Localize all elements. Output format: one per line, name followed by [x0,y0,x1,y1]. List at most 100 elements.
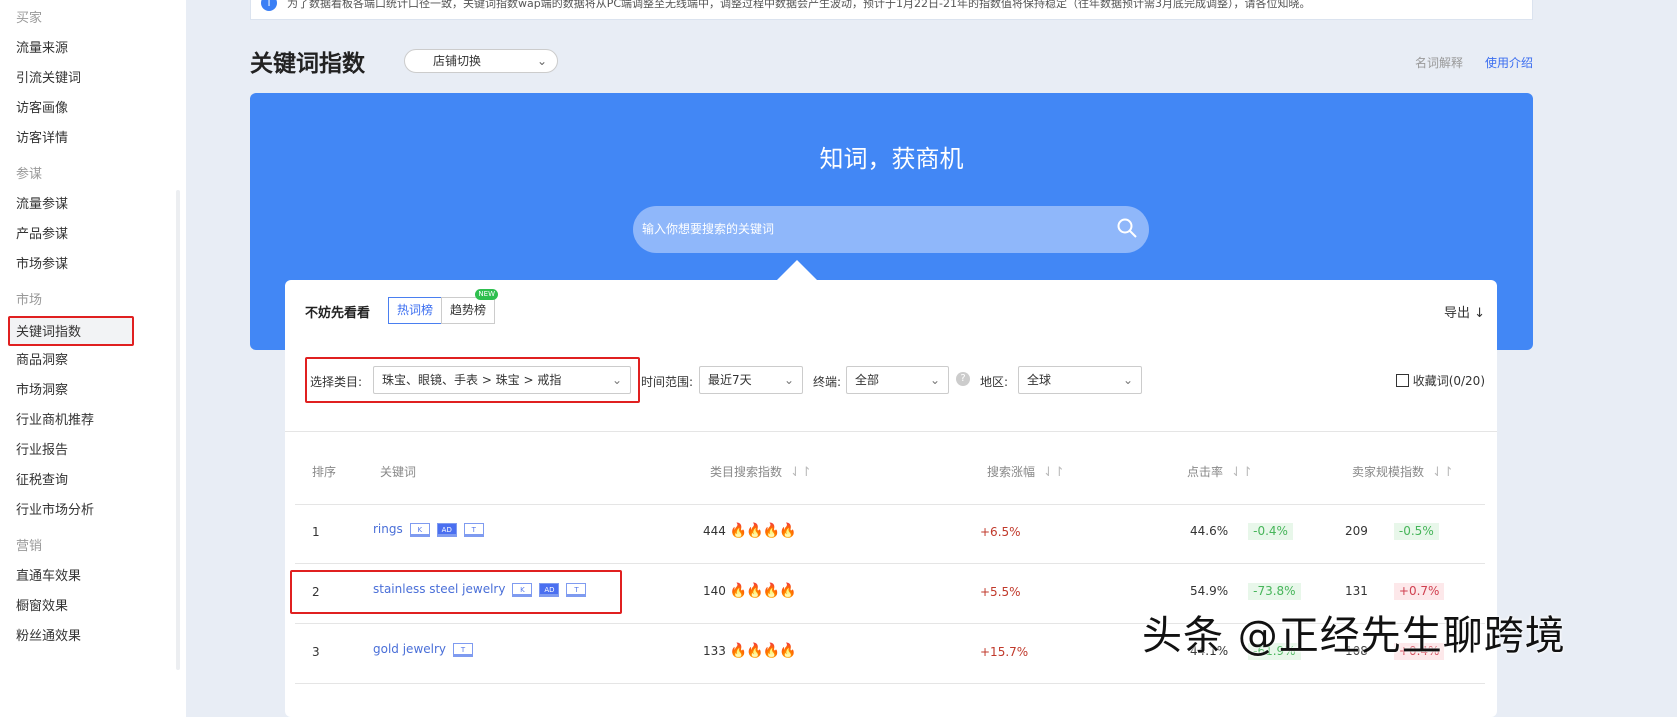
keyword-tag-icon[interactable]: K [409,522,430,537]
column-header-label: 搜索涨幅 [987,465,1036,479]
ctr-change-badge: -73.8% [1248,583,1301,600]
sort-icon[interactable]: ⇃↾ [1231,465,1253,480]
shop-switch-dropdown[interactable]: 店铺切换 ⌄ [404,49,558,73]
keyword-tag-icon[interactable]: T [453,642,474,657]
sidebar-group-title: 参谋 [16,167,43,182]
sidebar-item[interactable]: 访客画像 [0,94,186,124]
sidebar-item[interactable]: 行业报告 [0,436,186,466]
sidebar-item[interactable]: 关键词指数 [8,316,134,346]
column-header-label: 卖家规模指数 [1352,465,1425,479]
help-icon[interactable]: ? [956,372,970,386]
tab-trend-label: 趋势榜 [450,303,487,317]
tab-trend[interactable]: 趋势榜 NEW [441,289,499,324]
tab-hot-words[interactable]: 热词榜 [388,297,443,324]
seller-change-badge: -0.5% [1393,523,1439,540]
column-header: 关键词 [380,463,416,480]
sidebar-group-title: 营销 [16,539,43,554]
time-value: 最近7天 [708,373,752,387]
highlight-box [290,570,622,614]
ctr: 54.9% [1190,584,1229,598]
fire-icon: 🔥🔥🔥🔥 [729,523,797,539]
region-label: 地区: [980,375,1009,389]
sort-icon[interactable]: ⇃↾ [790,465,812,480]
shop-switch-label: 店铺切换 [433,54,482,68]
search-index: 133 [703,644,726,658]
favorites-label: 收藏词(0/20) [1412,374,1485,388]
search-index: 444 [703,524,726,538]
slogan: 知词，获商机 [819,145,964,173]
sidebar-item[interactable]: 访客详情 [0,124,186,154]
column-header[interactable]: 搜索涨幅 ⇃↾ [987,463,1065,480]
export-label: 导出 [1443,306,1470,321]
notice-text: 为了数据看板各端口统计口径一致，关键词指数wap端的数据将从PC端调整至无线端中… [287,0,1311,10]
category-select[interactable]: 珠宝、眼镜、手表 > 珠宝 > 戒指 ⌄ [373,366,631,394]
sidebar-item[interactable]: 产品参谋 [0,220,186,250]
column-header-label: 排序 [312,465,337,479]
category-label: 选择类目: [310,375,363,389]
fire-icon: 🔥🔥🔥🔥 [729,583,797,599]
sidebar-item[interactable]: 征税查询 [0,466,186,496]
keyword-tag-icon[interactable]: T [463,522,484,537]
sidebar-item[interactable]: 行业市场分析 [0,496,186,526]
search-placeholder: 输入你想要搜索的关键词 [642,222,775,236]
sidebar-item[interactable]: 引流关键词 [0,64,186,94]
sidebar-scrollbar[interactable] [176,190,180,670]
sidebar-item[interactable]: 市场参谋 [0,250,186,280]
watermark: 头条 @正经先生聊跨境 [1142,613,1566,659]
seller-index: 131 [1345,584,1368,598]
time-label: 时间范围: [641,375,694,389]
column-header: 排序 [312,463,336,480]
page-title: 关键词指数 [250,51,365,77]
keyword-link[interactable]: gold jewelry [373,642,446,656]
guide-link[interactable]: 使用介绍 [1485,56,1533,70]
time-select[interactable]: 最近7天 ⌄ [699,366,803,394]
search-icon[interactable] [1117,218,1137,238]
chevron-down-icon: ⌄ [536,54,547,68]
favorites-button[interactable]: 收藏词(0/20) [1395,372,1485,389]
sidebar-group-title: 买家 [16,11,43,26]
chevron-down-icon: ⌄ [783,373,794,387]
keyword-search-input[interactable]: 输入你想要搜索的关键词 [633,206,1149,253]
chevron-down-icon: ⌄ [929,373,940,387]
column-header[interactable]: 类目搜索指数 ⇃↾ [710,463,812,480]
export-button[interactable]: 导出 ↓ [1444,302,1485,321]
sort-icon[interactable]: ⇃↾ [1043,465,1065,480]
chevron-down-icon: ⌄ [611,373,622,387]
keyword-link[interactable]: rings [373,522,403,536]
column-header-label: 关键词 [380,465,417,479]
intro-label: 不妨先看看 [305,306,371,321]
keyword-tag-icon[interactable]: AD [436,522,457,537]
sidebar-item[interactable]: 直通车效果 [0,562,186,592]
sidebar-item[interactable]: 市场洞察 [0,376,186,406]
ctr-change-badge: -0.4% [1248,523,1293,540]
terminal-select[interactable]: 全部 ⌄ [846,366,949,394]
sidebar-item[interactable]: 商品洞察 [0,346,186,376]
terminal-label: 终端: [813,375,842,389]
chevron-down-icon: ⌄ [1122,373,1133,387]
terminal-value: 全部 [855,373,880,387]
column-header[interactable]: 卖家规模指数 ⇃↾ [1352,463,1454,480]
sidebar-item[interactable]: 行业商机推荐 [0,406,186,436]
info-icon: i [261,0,277,11]
bookmark-icon [1395,374,1409,387]
rank: 1 [312,525,320,539]
search-index: 140 [703,584,726,598]
seller-index: 209 [1345,524,1368,538]
glossary-link[interactable]: 名词解释 [1415,56,1463,70]
notice-banner: i 为了数据看板各端口统计口径一致，关键词指数wap端的数据将从PC端调整至无线端… [250,0,1533,20]
sidebar-group-title: 市场 [16,293,43,308]
ctr: 44.6% [1190,524,1229,538]
search-growth: +6.5% [980,525,1021,539]
search-growth: +15.7% [980,645,1029,659]
sidebar-item[interactable]: 流量参谋 [0,190,186,220]
region-value: 全球 [1027,373,1052,387]
column-header-label: 类目搜索指数 [710,465,783,479]
sidebar-item[interactable]: 粉丝通效果 [0,622,186,652]
download-icon: ↓ [1474,306,1485,321]
region-select[interactable]: 全球 ⌄ [1018,366,1142,394]
sidebar-item[interactable]: 橱窗效果 [0,592,186,622]
sort-icon[interactable]: ⇃↾ [1432,465,1454,480]
sidebar-item[interactable]: 流量来源 [0,34,186,64]
new-badge: NEW [475,289,499,300]
column-header[interactable]: 点击率 ⇃↾ [1187,463,1253,480]
